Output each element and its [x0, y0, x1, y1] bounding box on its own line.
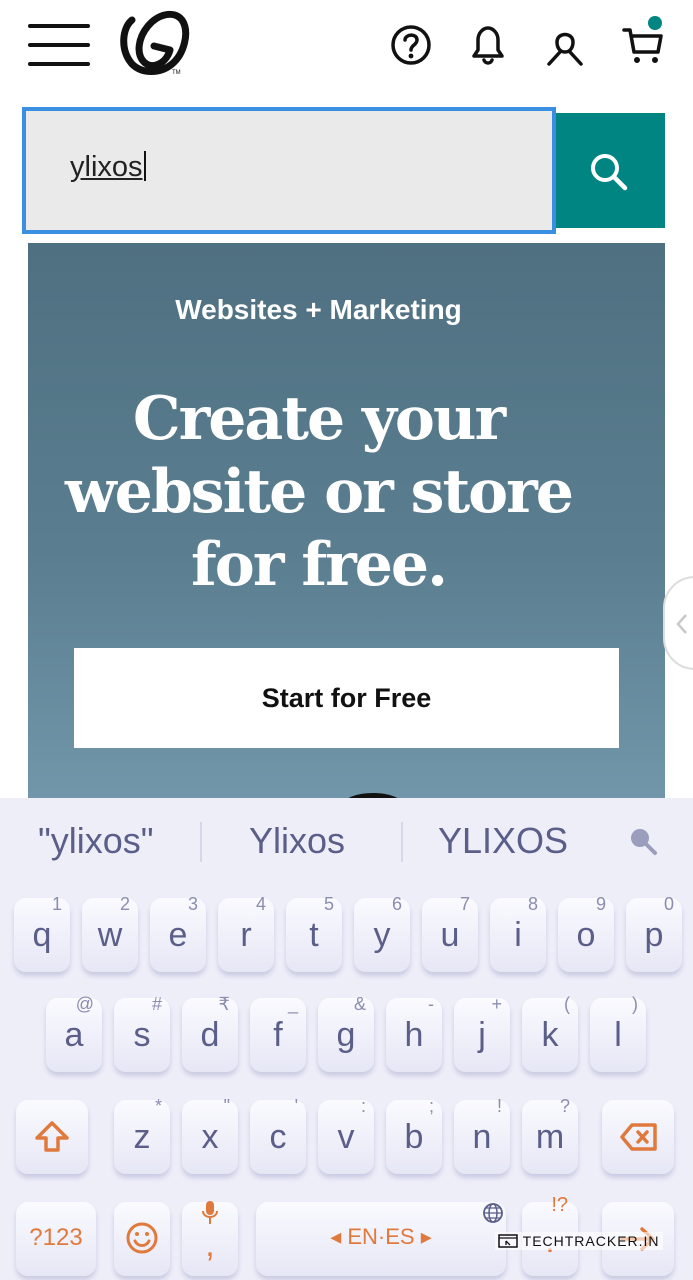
bell-icon[interactable] [465, 22, 511, 68]
key-k[interactable]: (k [522, 994, 578, 1072]
shift-key[interactable] [16, 1100, 88, 1174]
banner-headline: Create your website or store for free. [0, 383, 637, 602]
backspace-key[interactable] [602, 1100, 674, 1174]
key-o[interactable]: 9o [558, 894, 614, 972]
search-input-value: ylixos [70, 151, 146, 184]
suggestion-3[interactable]: YLIXOS [438, 820, 568, 862]
language-label: ◂ EN·ES ▸ [330, 1224, 432, 1249]
side-panel-handle[interactable] [663, 576, 693, 670]
key-e[interactable]: 3e [150, 894, 206, 972]
key-w[interactable]: 2w [82, 894, 138, 972]
language-next-icon: ▸ [420, 1224, 432, 1249]
search-icon[interactable] [626, 824, 660, 858]
search-icon [591, 154, 628, 191]
banner-eyebrow: Websites + Marketing [175, 294, 462, 325]
text-caret [143, 151, 146, 181]
globe-icon[interactable] [482, 1202, 504, 1224]
space-bar[interactable]: ◂ EN·ES ▸ [256, 1202, 506, 1276]
suggestion-2[interactable]: Ylixos [249, 820, 345, 862]
godaddy-logo[interactable]: TM [118, 10, 192, 76]
key-s[interactable]: # s [114, 994, 170, 1072]
start-for-free-button[interactable]: Start for Free [74, 648, 619, 748]
key-v[interactable]: :v [318, 1096, 374, 1174]
key-l[interactable]: ) l [590, 994, 646, 1072]
key-g[interactable]: & g [318, 994, 374, 1072]
key-h[interactable]: -h [386, 994, 442, 1072]
key-r[interactable]: 4r [218, 894, 274, 972]
headline-line-2: website or store [65, 457, 574, 527]
app-header: TM [0, 0, 693, 100]
key-n[interactable]: ! n [454, 1096, 510, 1174]
key-t[interactable]: 5t [286, 894, 342, 972]
help-icon[interactable] [388, 22, 434, 68]
emoji-icon [126, 1222, 158, 1254]
key-j[interactable]: + j [454, 994, 510, 1072]
chevron-left-icon [676, 614, 687, 634]
headline-line-3: for free. [191, 530, 448, 600]
key-a[interactable]: @ a [46, 994, 102, 1072]
key-y[interactable]: 6y [354, 894, 410, 972]
shift-arrow-icon [35, 1121, 69, 1152]
microphone-icon [202, 1201, 218, 1224]
comma-key[interactable]: , [182, 1201, 238, 1276]
key-q[interactable]: 1q [14, 894, 70, 972]
key-i[interactable]: 8i [490, 894, 546, 972]
browser-icon [498, 1234, 518, 1248]
key-z[interactable]: * z [114, 1096, 170, 1174]
key-u[interactable]: 7u [422, 894, 478, 972]
search-button[interactable] [556, 113, 665, 228]
account-icon[interactable] [542, 22, 588, 68]
headline-line-1: Create your [132, 384, 506, 454]
suggestion-divider [401, 822, 403, 862]
symbols-key[interactable]: ?123 [16, 1202, 96, 1276]
key-x[interactable]: " x [182, 1096, 238, 1174]
key-d[interactable]: ₹ d [182, 994, 238, 1072]
key-f[interactable]: _ f [250, 994, 306, 1072]
cart-badge [648, 16, 662, 30]
suggestion-1[interactable]: "ylixos" [38, 820, 154, 862]
key-c[interactable]: ' c [250, 1096, 306, 1174]
backspace-icon [620, 1123, 657, 1151]
suggestion-divider [200, 822, 202, 862]
hamburger-menu-icon[interactable] [28, 24, 90, 68]
key-b[interactable]: ; b [386, 1096, 442, 1174]
search-input[interactable]: ylixos [22, 107, 556, 234]
key-m[interactable]: ? m [522, 1096, 578, 1174]
key-p[interactable]: 0p [626, 894, 682, 972]
language-prev-icon: ◂ [330, 1224, 342, 1249]
cart-icon[interactable] [620, 22, 666, 68]
svg-text:TM: TM [172, 70, 181, 76]
watermark: TECHTRACKER.IN [495, 1232, 663, 1250]
emoji-key[interactable] [114, 1202, 170, 1276]
